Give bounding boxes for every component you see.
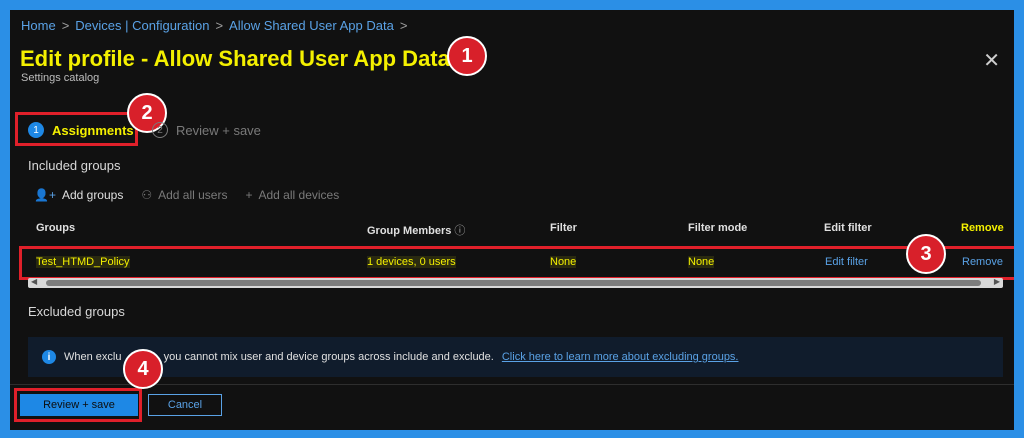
column-filter-mode: Filter mode — [688, 222, 748, 234]
tab-review-save[interactable]: 2 Review + save — [152, 122, 261, 138]
breadcrumb-separator: > — [61, 18, 70, 33]
breadcrumb-home[interactable]: Home — [21, 18, 56, 33]
scroll-right-icon[interactable]: ▶ — [994, 277, 1000, 286]
breadcrumb-separator: > — [215, 18, 224, 33]
scrollbar-thumb[interactable] — [46, 280, 981, 286]
callout-3: 3 — [906, 234, 946, 274]
group-name: Test_HTMD_Policy — [36, 256, 130, 268]
learn-more-link[interactable]: Click here to learn more about excluding… — [502, 351, 739, 363]
table-header: Groups Group Members ⓘ Filter Filter mod… — [10, 222, 1014, 244]
page-subtitle: Settings catalog — [21, 72, 100, 84]
page-title: Edit profile - Allow Shared User App Dat… — [20, 46, 450, 71]
add-all-users-button[interactable]: ⚇ Add all users — [141, 188, 227, 202]
callout-4: 4 — [123, 349, 163, 389]
column-groups: Groups — [36, 222, 76, 234]
filter-mode-value: None — [688, 256, 715, 268]
close-icon[interactable]: ✕ — [983, 48, 1000, 73]
tab-assignments-label: Assignments — [52, 122, 134, 138]
add-all-devices-label: Add all devices — [258, 188, 340, 202]
step-1-icon: 1 — [28, 122, 44, 138]
plus-icon: + — [245, 188, 253, 202]
excluded-groups-heading: Excluded groups — [28, 304, 125, 319]
info-icon[interactable]: ⓘ — [454, 225, 465, 237]
breadcrumb-devices-configuration[interactable]: Devices | Configuration — [75, 18, 209, 33]
breadcrumb: Home > Devices | Configuration > Allow S… — [21, 18, 407, 33]
add-all-users-label: Add all users — [158, 188, 228, 202]
breadcrumb-profile[interactable]: Allow Shared User App Data — [229, 18, 394, 33]
column-filter: Filter — [550, 222, 577, 234]
callout-1: 1 — [447, 36, 487, 76]
tab-assignments[interactable]: 1 Assignments — [28, 122, 134, 138]
filter-value: None — [550, 256, 577, 268]
included-groups-heading: Included groups — [28, 158, 121, 173]
add-user-icon: 👤+ — [34, 188, 56, 202]
breadcrumb-separator: > — [399, 18, 408, 33]
info-icon: i — [42, 350, 56, 364]
column-remove: Remove — [961, 222, 1004, 234]
included-groups-toolbar: 👤+ Add groups ⚇ Add all users + Add all … — [34, 188, 339, 202]
group-members: 1 devices, 0 users — [367, 256, 456, 268]
scroll-left-icon[interactable]: ◀ — [31, 277, 37, 286]
column-group-members: Group Members ⓘ — [367, 225, 466, 237]
cancel-button[interactable]: Cancel — [148, 394, 222, 416]
edit-filter-link[interactable]: Edit filter — [825, 256, 868, 268]
tab-review-save-label: Review + save — [176, 122, 261, 138]
excluded-info-banner: i When exclu ups, you cannot mix user an… — [28, 337, 1003, 377]
horizontal-scrollbar[interactable]: ◀ ▶ — [28, 277, 1003, 288]
step-2-icon: 2 — [152, 122, 168, 138]
remove-link[interactable]: Remove — [962, 256, 1003, 268]
add-groups-button[interactable]: 👤+ Add groups — [34, 188, 123, 202]
footer-divider — [10, 384, 1014, 385]
add-all-devices-button[interactable]: + Add all devices — [245, 188, 339, 202]
add-groups-label: Add groups — [61, 188, 124, 202]
column-edit-filter: Edit filter — [824, 222, 872, 234]
edit-profile-panel: Home > Devices | Configuration > Allow S… — [10, 10, 1014, 430]
table-row: Test_HTMD_Policy 1 devices, 0 users None… — [24, 248, 1014, 276]
review-save-button[interactable]: Review + save — [20, 394, 138, 416]
add-all-users-icon: ⚇ — [141, 188, 153, 202]
